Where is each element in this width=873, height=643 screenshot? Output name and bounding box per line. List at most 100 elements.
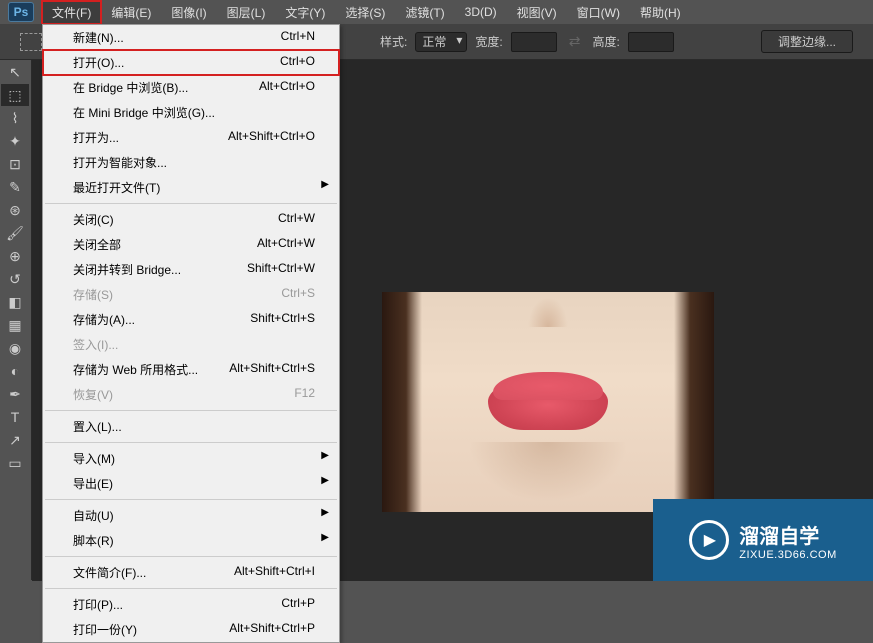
menu-entry-label: 存储为(A)... [73, 311, 135, 328]
menu-entry[interactable]: 关闭并转到 Bridge...Shift+Ctrl+W [43, 257, 339, 282]
file-menu-dropdown: 新建(N)... Ctrl+N 打开(O)...Ctrl+O在 Bridge 中浏览… [42, 24, 340, 643]
move-tool-icon[interactable]: ↖ [1, 61, 29, 83]
menu-entry[interactable]: 新建(N)... Ctrl+N [43, 25, 339, 50]
style-label: 样式: [380, 33, 407, 50]
gradient-tool-icon[interactable]: ▦ [1, 314, 29, 336]
menu-entry[interactable]: 存储为(A)... Shift+Ctrl+S [43, 307, 339, 332]
menu-entry-label: 打印一份(Y) [73, 621, 137, 638]
menu-entry-label: 存储为 Web 所用格式... [73, 361, 198, 378]
eyedropper-tool-icon[interactable]: ✎ [1, 176, 29, 198]
menu-entry[interactable]: 导出(E)▶ [43, 471, 339, 496]
pen-tool-icon[interactable]: ✒ [1, 383, 29, 405]
swap-icon[interactable]: ⇄ [565, 33, 585, 50]
menu-separator [45, 442, 337, 443]
menu-entry[interactable]: 关闭全部Alt+Ctrl+W [43, 232, 339, 257]
style-select[interactable]: 正常 ▾ [415, 32, 467, 52]
menu-item[interactable]: 帮助(H) [630, 1, 691, 24]
healing-tool-icon[interactable]: ⊛ [1, 199, 29, 221]
menu-entry[interactable]: 脚本(R) ▶ [43, 528, 339, 553]
menu-entry-shortcut: Ctrl+P [281, 596, 315, 613]
submenu-arrow-icon: ▶ [321, 179, 329, 190]
stamp-tool-icon[interactable]: ⊕ [1, 245, 29, 267]
brush-tool-icon[interactable]: 🖌 [1, 222, 29, 244]
watermark-title: 溜溜自学 [739, 520, 836, 549]
menu-entry[interactable]: 自动(U) ▶ [43, 503, 339, 528]
submenu-arrow-icon: ▶ [321, 532, 329, 543]
watermark-url: ZIXUE.3D66.COM [739, 549, 836, 561]
watermark: 溜溜自学 ZIXUE.3D66.COM [653, 499, 873, 581]
menu-entry-label: 关闭全部 [73, 236, 121, 253]
shape-tool-icon[interactable]: ▭ [1, 452, 29, 474]
wand-tool-icon[interactable]: ✦ [1, 130, 29, 152]
menu-entry-label: 打印(P)... [73, 596, 123, 613]
menu-entry-label: 恢复(V) [73, 386, 113, 403]
menu-entry[interactable]: 文件简介(F)...Alt+Shift+Ctrl+I [43, 560, 339, 585]
menu-separator [45, 588, 337, 589]
dodge-tool-icon[interactable]: ◐ [1, 360, 29, 382]
menu-entry[interactable]: 打印(P)... Ctrl+P [43, 592, 339, 617]
menu-entry[interactable]: 导入(M)▶ [43, 446, 339, 471]
menu-entry-label: 存储(S) [73, 286, 113, 303]
menu-entry-label: 在 Mini Bridge 中浏览(G)... [73, 104, 215, 121]
marquee-tool-icon[interactable]: ⬚ [1, 84, 29, 106]
menu-item[interactable]: 视图(V) [507, 1, 567, 24]
lasso-tool-icon[interactable]: ⌇ [1, 107, 29, 129]
menu-entry-shortcut: Alt+Shift+Ctrl+S [229, 361, 315, 378]
menu-separator [45, 410, 337, 411]
history-brush-tool-icon[interactable]: ↺ [1, 268, 29, 290]
menu-entry[interactable]: 在 Mini Bridge 中浏览(G)... [43, 100, 339, 125]
document-image[interactable] [382, 292, 714, 512]
menu-entry-shortcut: Alt+Shift+Ctrl+O [228, 129, 315, 146]
menu-entry-shortcut: Shift+Ctrl+S [250, 311, 315, 328]
type-tool-icon[interactable]: T [1, 406, 29, 428]
menu-entry[interactable]: 打开(O)...Ctrl+O [43, 50, 339, 75]
path-tool-icon[interactable]: ↗ [1, 429, 29, 451]
crop-tool-icon[interactable]: ⊡ [1, 153, 29, 175]
width-label: 宽度: [475, 33, 502, 50]
menu-entry-shortcut: Ctrl+W [278, 211, 315, 228]
menu-entry[interactable]: 在 Bridge 中浏览(B)...Alt+Ctrl+O [43, 75, 339, 100]
menu-entry: 存储(S)Ctrl+S [43, 282, 339, 307]
menu-separator [45, 556, 337, 557]
menu-item[interactable]: 滤镜(T) [395, 1, 454, 24]
menu-entry-label: 新建(N)... [73, 29, 124, 46]
menu-entry[interactable]: 打开为智能对象... [43, 150, 339, 175]
menu-bar: 文件(F)编辑(E)图像(I)图层(L)文字(Y)选择(S)滤镜(T)3D(D)… [0, 0, 873, 24]
menu-entry[interactable]: 打印一份(Y) Alt+Shift+Ctrl+P [43, 617, 339, 642]
menu-entry[interactable]: 置入(L)... [43, 414, 339, 439]
menu-entry-label: 最近打开文件(T) [73, 179, 160, 196]
menu-entry: 恢复(V)F12 [43, 382, 339, 407]
menu-entry[interactable]: 存储为 Web 所用格式... Alt+Shift+Ctrl+S [43, 357, 339, 382]
menu-entry[interactable]: 最近打开文件(T) ▶ [43, 175, 339, 200]
refine-edge-button[interactable]: 调整边缘... [761, 30, 853, 53]
menu-entry-label: 签入(I)... [73, 336, 118, 353]
menu-item[interactable]: 选择(S) [335, 1, 395, 24]
menu-item[interactable]: 编辑(E) [101, 1, 161, 24]
menu-entry[interactable]: 关闭(C) Ctrl+W [43, 207, 339, 232]
menu-entry-label: 关闭(C) [73, 211, 114, 228]
menu-entry-label: 关闭并转到 Bridge... [73, 261, 181, 278]
height-input[interactable] [628, 32, 674, 52]
menu-entry-label: 导入(M) [73, 450, 115, 467]
eraser-tool-icon[interactable]: ◧ [1, 291, 29, 313]
menu-item[interactable]: 文件(F) [42, 1, 101, 24]
menu-separator [45, 499, 337, 500]
menu-entry-label: 打开为智能对象... [73, 154, 167, 171]
menu-entry-label: 自动(U) [73, 507, 114, 524]
width-input[interactable] [511, 32, 557, 52]
menu-entry[interactable]: 打开为... Alt+Shift+Ctrl+O [43, 125, 339, 150]
menu-entry-shortcut: Ctrl+N [281, 29, 315, 46]
menu-entry-label: 置入(L)... [73, 418, 122, 435]
submenu-arrow-icon: ▶ [321, 507, 329, 518]
menu-item[interactable]: 窗口(W) [567, 1, 630, 24]
menu-item[interactable]: 3D(D) [455, 2, 507, 22]
menu-item[interactable]: 图层(L) [217, 1, 276, 24]
menu-entry-label: 脚本(R) [73, 532, 114, 549]
menu-entry-shortcut: Alt+Shift+Ctrl+P [229, 621, 315, 638]
blur-tool-icon[interactable]: ◉ [1, 337, 29, 359]
menu-entry-label: 打开为... [73, 129, 119, 146]
menu-entry-label: 文件简介(F)... [73, 564, 146, 581]
submenu-arrow-icon: ▶ [321, 475, 329, 486]
menu-item[interactable]: 图像(I) [161, 1, 216, 24]
menu-item[interactable]: 文字(Y) [275, 1, 335, 24]
